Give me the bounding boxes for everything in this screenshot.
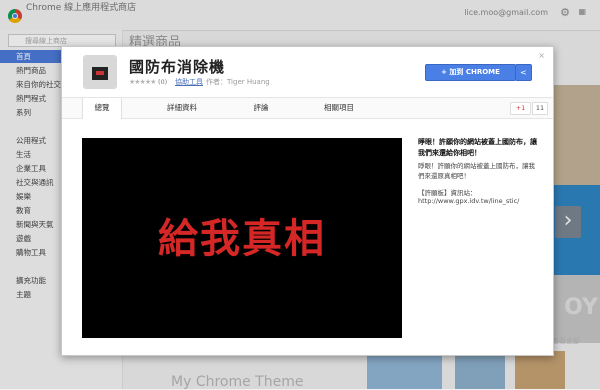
app-detail-dialog: × 國防布消除機 ★★★★★ (0) 協助工具 作者：Tiger Huang 總… [61,46,554,356]
tab-overview[interactable]: 總覽 [82,98,122,119]
category-link[interactable]: 協助工具 [175,77,203,87]
tab-details[interactable]: 詳細資料 [154,98,210,118]
description-body: 睜眼！許願你的網站被蓋上國防布，讓我們來還原真相吧！ [418,162,535,180]
description-headline: 睜眼！許願你的網站被蓋上國防布，讓我們來還給你相吧！ [418,138,537,157]
add-to-chrome-button[interactable]: + 加到 CHROME [425,64,516,81]
google-plus-one-button[interactable]: +1 [510,102,531,115]
rating-stars-icon: ★★★★★ [129,78,156,86]
google-plus-count: 11 [532,102,548,115]
extension-puzzle-icon [83,55,117,89]
rating-count: (0) [158,78,168,86]
video-caption: 給我真相 [158,216,326,262]
description-url[interactable]: http://www.gpx.idv.tw/line_stic/ [418,197,519,205]
share-icon[interactable]: < [515,64,532,81]
close-icon[interactable]: × [538,51,545,60]
dialog-tabs: 總覽 詳細資料 評論 相關項目 +1 11 [62,97,553,119]
description-info-label: 【許願板】資訊站： [418,189,477,197]
author-text: 作者：Tiger Huang [206,78,270,86]
app-name: 國防布消除機 [129,58,226,76]
preview-video[interactable]: 給我真相 [82,138,402,338]
tab-reviews[interactable]: 評論 [244,98,278,118]
tab-related[interactable]: 相關項目 [314,98,364,118]
